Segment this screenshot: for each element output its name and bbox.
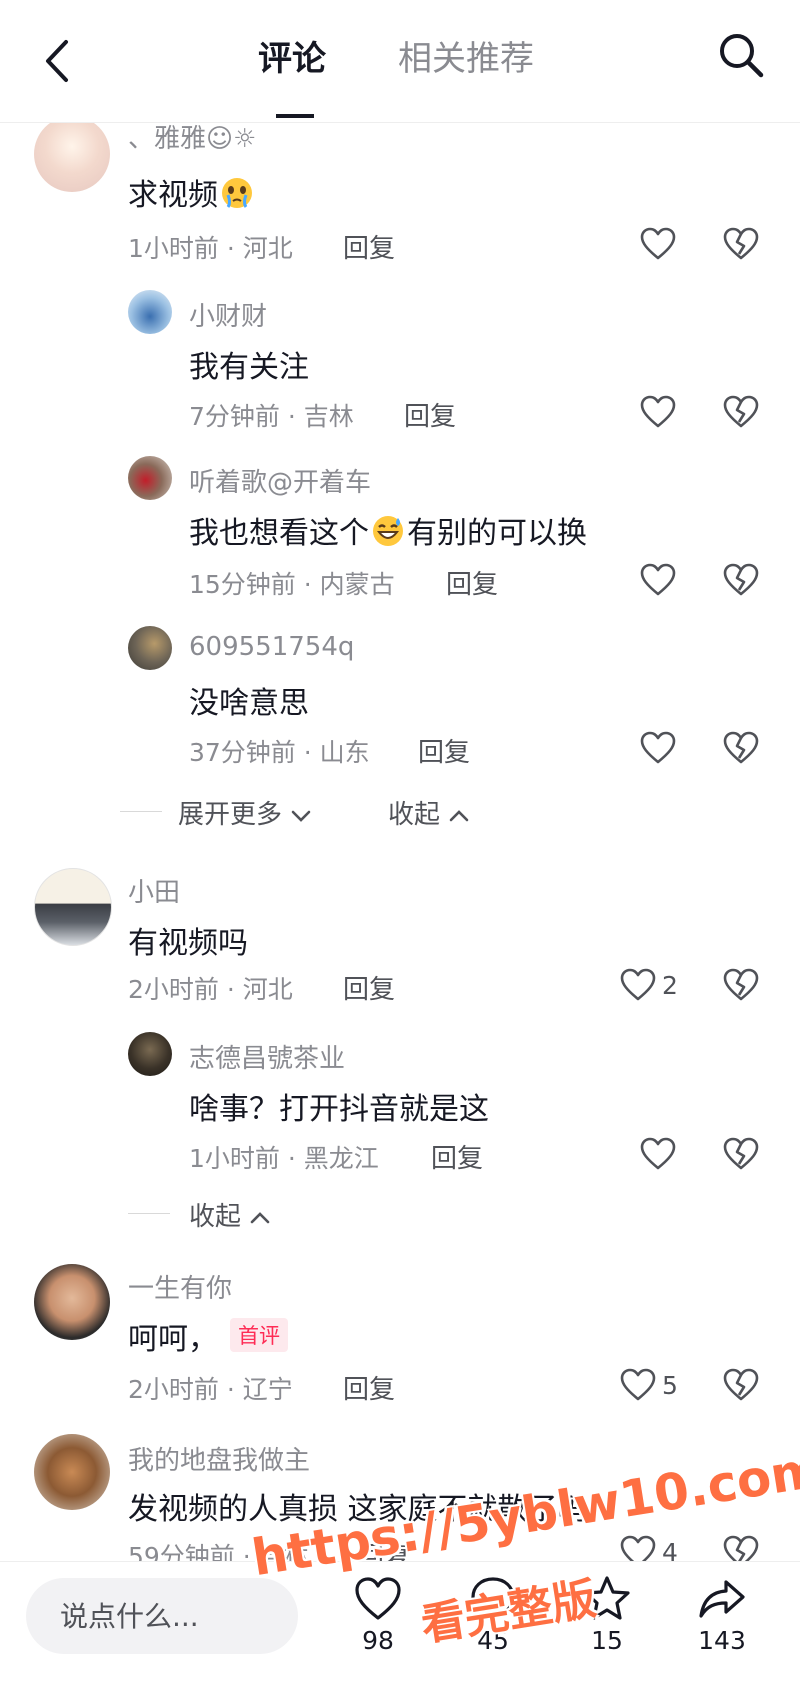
like-count: 98	[362, 1626, 394, 1655]
comment-meta: 1小时前 · 黑龙江	[189, 1144, 379, 1173]
chevron-up-icon	[250, 1211, 270, 1223]
active-tab-indicator	[276, 114, 314, 118]
search-icon[interactable]	[716, 30, 766, 80]
comment-meta: 7分钟前 · 吉林	[189, 402, 354, 431]
comment-meta: 2小时前 · 河北	[128, 975, 293, 1004]
share-arrow-icon	[699, 1580, 745, 1618]
avatar[interactable]	[34, 1434, 110, 1510]
avatar[interactable]	[34, 1264, 110, 1340]
username[interactable]: 一生有你	[128, 1268, 232, 1305]
username[interactable]: 、雅雅☺☼	[128, 118, 256, 155]
username[interactable]: 小田	[128, 872, 180, 909]
comment-text: 我也想看这个 有别的可以换	[189, 516, 587, 551]
avatar[interactable]	[34, 116, 110, 192]
username[interactable]: 我的地盘我做主	[128, 1440, 310, 1477]
username[interactable]: 小财财	[189, 296, 267, 333]
favorite-count: 15	[591, 1626, 623, 1655]
collapse-button[interactable]: 收起	[189, 1196, 271, 1233]
heart-outline-icon	[355, 1577, 401, 1620]
tab-comments[interactable]: 评论	[258, 34, 326, 84]
heart-outline-icon[interactable]	[639, 729, 677, 767]
reply-button[interactable]: 回复	[343, 969, 395, 1006]
broken-heart-icon[interactable]	[722, 393, 760, 431]
avatar[interactable]	[128, 1032, 172, 1076]
comment-feed: 、雅雅☺☼ 求视频 1小时前 · 河北 回复 小财财 我有关注 7分钟前 · 吉…	[0, 0, 800, 1681]
username[interactable]: 609551754q	[189, 632, 354, 662]
first-comment-badge: 首评	[230, 1318, 288, 1352]
crying-face-emoji	[222, 178, 252, 208]
reply-button[interactable]: 回复	[446, 564, 498, 601]
broken-heart-icon[interactable]	[722, 1135, 760, 1173]
comment-text: 有视频吗	[128, 926, 248, 961]
chevron-left-icon[interactable]	[38, 36, 78, 86]
broken-heart-icon[interactable]	[722, 225, 760, 263]
heart-outline-icon[interactable]	[639, 393, 677, 431]
comment-text: 求视频	[128, 170, 256, 214]
heart-outline-icon[interactable]	[619, 1366, 657, 1404]
username[interactable]: 志德昌號茶业	[189, 1038, 345, 1075]
like-button[interactable]: 98	[333, 1574, 423, 1655]
comment-meta: 15分钟前 · 内蒙古	[189, 570, 395, 599]
expand-more-button[interactable]: 展开更多	[178, 794, 312, 831]
chevron-down-icon	[291, 810, 311, 822]
top-nav: 评论 相关推荐	[0, 0, 800, 123]
broken-heart-icon[interactable]	[722, 1366, 760, 1404]
comment-text: 没啥意思	[189, 686, 309, 721]
heart-outline-icon[interactable]	[619, 966, 657, 1004]
broken-heart-icon[interactable]	[722, 966, 760, 1004]
collapse-button[interactable]: 收起	[388, 794, 470, 831]
reply-button[interactable]: 回复	[404, 396, 456, 433]
username[interactable]: 听着歌@开着车	[189, 462, 371, 499]
chevron-up-icon	[449, 809, 469, 821]
avatar[interactable]	[128, 290, 172, 334]
reply-button[interactable]: 回复	[431, 1138, 483, 1175]
divider	[120, 811, 162, 812]
comment-text: 呵呵，	[128, 1322, 218, 1357]
bottom-action-bar: 98 45 15 143	[0, 1561, 800, 1682]
comment-text: 啥事？打开抖音就是这	[189, 1092, 489, 1127]
avatar[interactable]	[34, 868, 112, 946]
grinning-sweat-emoji	[373, 516, 403, 546]
broken-heart-icon[interactable]	[722, 729, 760, 767]
comment-text: 我有关注	[189, 350, 309, 385]
heart-outline-icon[interactable]	[639, 1135, 677, 1173]
reply-button[interactable]: 回复	[418, 732, 470, 769]
share-button[interactable]: 143	[677, 1574, 767, 1655]
comment-input[interactable]	[26, 1578, 298, 1654]
avatar[interactable]	[128, 456, 172, 500]
tab-related[interactable]: 相关推荐	[398, 34, 534, 84]
broken-heart-icon[interactable]	[722, 561, 760, 599]
avatar[interactable]	[128, 626, 172, 670]
reply-button[interactable]: 回复	[343, 1369, 395, 1406]
comment-meta: 2小时前 · 辽宁	[128, 1375, 293, 1404]
heart-outline-icon[interactable]	[639, 561, 677, 599]
like-count: 2	[662, 971, 678, 1000]
comment-meta: 1小时前 · 河北	[128, 234, 293, 263]
divider	[128, 1213, 170, 1214]
comment-meta: 37分钟前 · 山东	[189, 738, 370, 767]
like-count: 5	[662, 1371, 678, 1400]
heart-outline-icon[interactable]	[639, 225, 677, 263]
share-count: 143	[698, 1626, 746, 1655]
reply-button[interactable]: 回复	[343, 228, 395, 265]
